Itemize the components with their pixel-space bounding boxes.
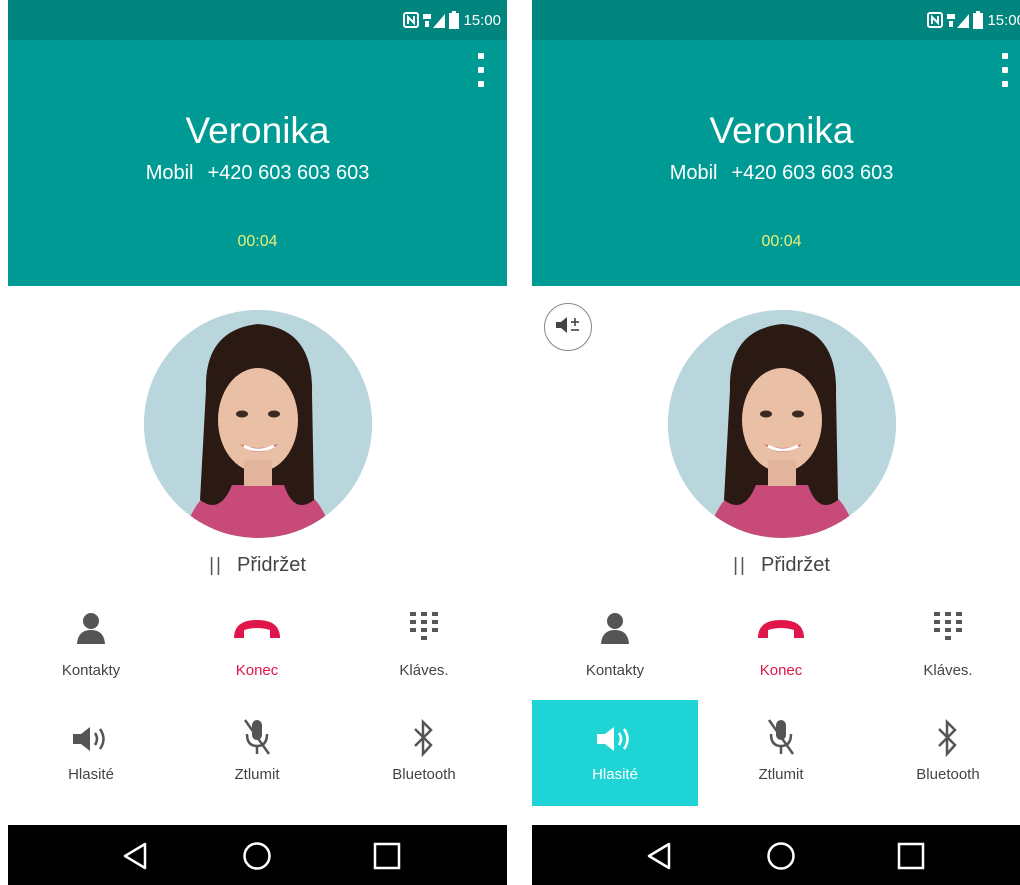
contact-photo [668, 310, 896, 538]
call-timer: 00:04 [761, 233, 802, 250]
speaker-icon [8, 724, 174, 754]
end-call-icon [698, 612, 864, 646]
hold-label: Přidržet [236, 554, 306, 576]
caller-number-line: Mobil +420 603 603 603 [8, 162, 507, 185]
signal-icon [423, 12, 446, 28]
speaker-label: Hlasité [592, 766, 638, 783]
keypad-button[interactable]: Kláves. [341, 608, 507, 714]
mute-icon [698, 718, 864, 756]
status-bar: 15:00 [8, 0, 507, 40]
pause-icon: || [209, 555, 223, 576]
battery-icon [973, 11, 984, 29]
status-icons: 15:00 [403, 10, 501, 30]
call-screen-after: 15:00 Veronika Mobil +420 603 603 603 00:… [532, 0, 1020, 885]
status-bar: 15:00 [532, 0, 1020, 40]
end-call-button[interactable]: Konec [698, 608, 864, 714]
back-icon[interactable] [118, 839, 152, 873]
status-icons: 15:00 [927, 10, 1020, 30]
hold-label: Přidržet [760, 554, 830, 576]
keypad-icon [865, 612, 1020, 644]
contacts-button[interactable]: Kontakty [8, 608, 174, 714]
call-screen-before: 15:00 Veronika Mobil +420 603 603 603 00:… [8, 0, 507, 885]
bluetooth-icon [341, 718, 507, 758]
status-time: 15:00 [987, 11, 1020, 29]
speaker-button[interactable]: Hlasité [532, 700, 698, 806]
recents-icon[interactable] [370, 839, 404, 873]
caller-name: Veronika [709, 110, 854, 151]
end-call-label: Konec [235, 662, 279, 679]
caller-name: Veronika [185, 110, 330, 151]
home-icon[interactable] [240, 839, 274, 873]
pause-icon: || [733, 555, 747, 576]
speaker-icon [532, 724, 698, 754]
contacts-button[interactable]: Kontakty [532, 608, 698, 714]
mute-button[interactable]: Ztlumit [174, 700, 340, 806]
hold-button[interactable]: || Přidržet [8, 554, 507, 577]
call-header: Veronika Mobil +420 603 603 603 00:04 [532, 40, 1020, 286]
caller-number: +420 603 603 603 [207, 162, 370, 184]
nav-bar [532, 825, 1020, 885]
battery-icon [449, 11, 460, 29]
line-label: Mobil [669, 162, 718, 184]
speaker-label: Hlasité [68, 766, 114, 783]
contact-photo [144, 310, 372, 538]
mute-label: Ztlumit [758, 766, 804, 783]
bluetooth-icon [865, 718, 1020, 758]
bluetooth-label: Bluetooth [916, 766, 980, 783]
keypad-button[interactable]: Kláves. [865, 608, 1020, 714]
nfc-icon [403, 12, 420, 28]
bluetooth-button[interactable]: Bluetooth [341, 700, 507, 806]
call-timer: 00:04 [237, 233, 278, 250]
end-call-button[interactable]: Konec [174, 608, 340, 714]
status-time: 15:00 [463, 11, 501, 29]
home-icon[interactable] [764, 839, 798, 873]
menu-icon[interactable] [993, 52, 1017, 88]
call-header: Veronika Mobil +420 603 603 603 00:04 [8, 40, 507, 286]
recents-icon[interactable] [894, 839, 928, 873]
caller-number: +420 603 603 603 [731, 162, 894, 184]
volume-adjust-icon [554, 315, 582, 340]
bluetooth-button[interactable]: Bluetooth [865, 700, 1020, 806]
menu-icon[interactable] [469, 52, 493, 88]
volume-adjust-button[interactable] [544, 303, 592, 351]
hold-button[interactable]: || Přidržet [532, 554, 1020, 577]
contact-icon [8, 612, 174, 644]
contact-icon [532, 612, 698, 644]
mute-button[interactable]: Ztlumit [698, 700, 864, 806]
caller-number-line: Mobil +420 603 603 603 [532, 162, 1020, 185]
contacts-label: Kontakty [585, 662, 645, 679]
end-call-label: Konec [759, 662, 803, 679]
end-call-icon [174, 612, 340, 646]
keypad-label: Kláves. [923, 662, 973, 679]
contacts-label: Kontakty [61, 662, 121, 679]
signal-icon [947, 12, 970, 28]
bluetooth-label: Bluetooth [392, 766, 456, 783]
line-label: Mobil [145, 162, 194, 184]
back-icon[interactable] [642, 839, 676, 873]
mute-label: Ztlumit [234, 766, 280, 783]
speaker-button[interactable]: Hlasité [8, 700, 174, 806]
nav-bar [8, 825, 507, 885]
call-body: || Přidržet Kontakty Konec Kláves. Hlasi… [532, 286, 1020, 825]
mute-icon [174, 718, 340, 756]
call-body: || Přidržet Kontakty Konec Kláves. Hlasi… [8, 286, 507, 825]
keypad-label: Kláves. [399, 662, 449, 679]
nfc-icon [927, 12, 944, 28]
keypad-icon [341, 612, 507, 644]
